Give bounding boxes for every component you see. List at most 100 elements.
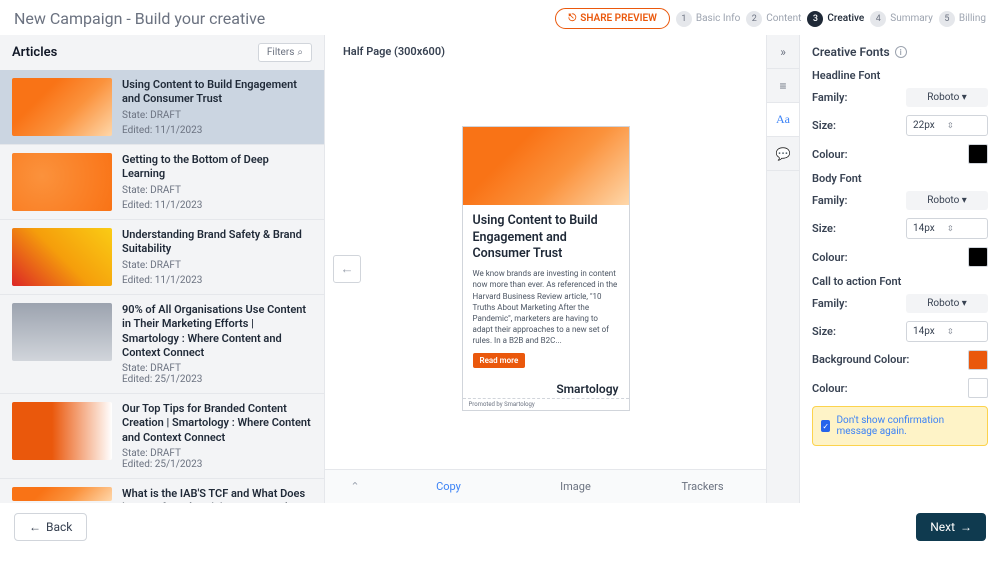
- settings-tab[interactable]: ≡: [767, 69, 799, 103]
- ad-cta-button[interactable]: Read more: [473, 353, 526, 368]
- article-list[interactable]: Using Content to Build Engagement and Co…: [0, 70, 324, 503]
- share-icon: ⎋: [568, 13, 576, 24]
- step-num: 3: [807, 11, 823, 27]
- tab-copy[interactable]: Copy: [385, 470, 512, 503]
- sidebar-header: Articles Filters ⌕: [0, 35, 324, 70]
- chat-tab[interactable]: 💬: [767, 137, 799, 171]
- header-right: ⎋ SHARE PREVIEW 1 Basic Info 2Content 3Cr…: [555, 8, 986, 29]
- headline-colour-swatch[interactable]: [968, 144, 988, 164]
- article-edited: Edited: 11/1/2023: [122, 125, 312, 136]
- panel-title-text: Creative Fonts: [812, 45, 890, 59]
- cta-section: Call to action Font: [812, 275, 988, 288]
- step-label: Content: [766, 13, 801, 24]
- article-thumbnail: [12, 78, 112, 136]
- search-icon: ⌕: [297, 47, 303, 58]
- body-colour-swatch[interactable]: [968, 247, 988, 267]
- headline-size-input[interactable]: 22px⇳: [906, 115, 988, 136]
- article-edited: Edited: 11/1/2023: [122, 200, 312, 211]
- share-preview-button[interactable]: ⎋ SHARE PREVIEW: [555, 8, 670, 29]
- body-size-input[interactable]: 14px⇳: [906, 218, 988, 239]
- headline-colour-row: Colour:: [812, 144, 988, 164]
- font-icon: Aa: [776, 112, 790, 127]
- article-meta: Our Top Tips for Branded Content Creatio…: [122, 402, 312, 470]
- article-state: State: DRAFT: [122, 185, 312, 196]
- step-billing[interactable]: 5Billing: [939, 11, 986, 27]
- body-family-select[interactable]: Roboto ▾: [906, 191, 988, 210]
- notice-checkbox[interactable]: ✓: [821, 420, 830, 432]
- prop-label: Size:: [812, 222, 836, 235]
- cta-family-select[interactable]: Roboto ▾: [906, 294, 988, 313]
- arrow-right-icon: →: [960, 520, 972, 534]
- body-colour-row: Colour:: [812, 247, 988, 267]
- share-label: SHARE PREVIEW: [580, 13, 657, 24]
- preview-size-label: Half Page (300x600): [325, 35, 766, 68]
- tab-trackers[interactable]: Trackers: [639, 470, 766, 503]
- prop-label: Family:: [812, 91, 848, 104]
- headline-family-select[interactable]: Roboto ▾: [906, 88, 988, 107]
- list-item[interactable]: 90% of All Organisations Use Content in …: [0, 295, 324, 394]
- article-meta: 90% of All Organisations Use Content in …: [122, 303, 312, 385]
- collapse-tab[interactable]: ⌃: [325, 470, 385, 503]
- body-size-row: Size: 14px⇳: [812, 218, 988, 239]
- promo-prefix: Promoted by: [469, 401, 503, 408]
- article-edited: Edited: 11/1/2023: [122, 275, 312, 286]
- article-edited: Edited: 25/1/2023: [122, 374, 312, 385]
- collapse-panel-button[interactable]: »: [767, 35, 799, 69]
- article-title: Understanding Brand Safety & Brand Suita…: [122, 228, 312, 257]
- step-summary[interactable]: 4 Summary: [870, 11, 933, 27]
- article-title: Our Top Tips for Branded Content Creatio…: [122, 402, 312, 445]
- back-label: Back: [46, 520, 72, 534]
- promo-brand: Smartology: [504, 401, 535, 408]
- tab-image[interactable]: Image: [512, 470, 639, 503]
- notice-text: Don't show confirmation message again.: [836, 415, 979, 437]
- stepper-icon: ⇳: [947, 224, 981, 233]
- step-label: Summary: [890, 13, 933, 24]
- cta-colour-row: Colour:: [812, 378, 988, 398]
- article-title: Using Content to Build Engagement and Co…: [122, 78, 312, 107]
- cta-bg-row: Background Colour:: [812, 350, 988, 370]
- prev-arrow-button[interactable]: ←: [333, 255, 361, 283]
- cta-size-input[interactable]: 14px⇳: [906, 321, 988, 342]
- next-button[interactable]: Next →: [916, 513, 986, 541]
- step-basic-info[interactable]: 1 Basic Info: [676, 11, 740, 27]
- step-num: 4: [870, 11, 886, 27]
- headline-section: Headline Font: [812, 69, 988, 82]
- chevron-up-icon: ⌃: [350, 480, 359, 493]
- article-meta: Getting to the Bottom of Deep Learning S…: [122, 153, 312, 211]
- info-icon[interactable]: i: [895, 46, 907, 58]
- prop-label: Size:: [812, 325, 836, 338]
- list-item[interactable]: Understanding Brand Safety & Brand Suita…: [0, 220, 324, 295]
- properties-panel: Creative Fonts i Headline Font Family: R…: [800, 35, 1000, 503]
- prop-label: Family:: [812, 297, 848, 310]
- step-label: Basic Info: [696, 13, 740, 24]
- sliders-icon: ≡: [779, 79, 786, 93]
- cta-family-row: Family: Roboto ▾: [812, 294, 988, 313]
- ad-logo: Smartology: [463, 376, 629, 398]
- step-num: 1: [676, 11, 692, 27]
- input-value: 22px: [913, 120, 947, 131]
- article-meta: Using Content to Build Engagement and Co…: [122, 78, 312, 136]
- prop-label: Colour:: [812, 148, 848, 161]
- prop-label: Size:: [812, 119, 836, 132]
- list-item[interactable]: Getting to the Bottom of Deep Learning S…: [0, 145, 324, 220]
- prop-label: Background Colour:: [812, 353, 909, 366]
- list-item[interactable]: Our Top Tips for Branded Content Creatio…: [0, 394, 324, 479]
- filters-button[interactable]: Filters ⌕: [258, 43, 312, 62]
- step-creative[interactable]: 3Creative: [807, 11, 864, 27]
- panel-title: Creative Fonts i: [812, 45, 988, 59]
- prop-label: Colour:: [812, 251, 848, 264]
- list-item[interactable]: What is the IAB'S TCF and What Does it M…: [0, 479, 324, 503]
- cta-bg-swatch[interactable]: [968, 350, 988, 370]
- fonts-tab[interactable]: Aa: [767, 103, 799, 137]
- back-button[interactable]: ← Back: [14, 513, 87, 541]
- main: Articles Filters ⌕ Using Content to Buil…: [0, 35, 1000, 503]
- article-thumbnail: [12, 303, 112, 361]
- cta-colour-swatch[interactable]: [968, 378, 988, 398]
- list-item[interactable]: Using Content to Build Engagement and Co…: [0, 70, 324, 145]
- article-title: What is the IAB'S TCF and What Does it M…: [122, 487, 312, 503]
- article-title: Getting to the Bottom of Deep Learning: [122, 153, 312, 182]
- article-thumbnail: [12, 402, 112, 460]
- body-section: Body Font: [812, 172, 988, 185]
- next-label: Next: [930, 520, 955, 534]
- step-content[interactable]: 2Content: [746, 11, 801, 27]
